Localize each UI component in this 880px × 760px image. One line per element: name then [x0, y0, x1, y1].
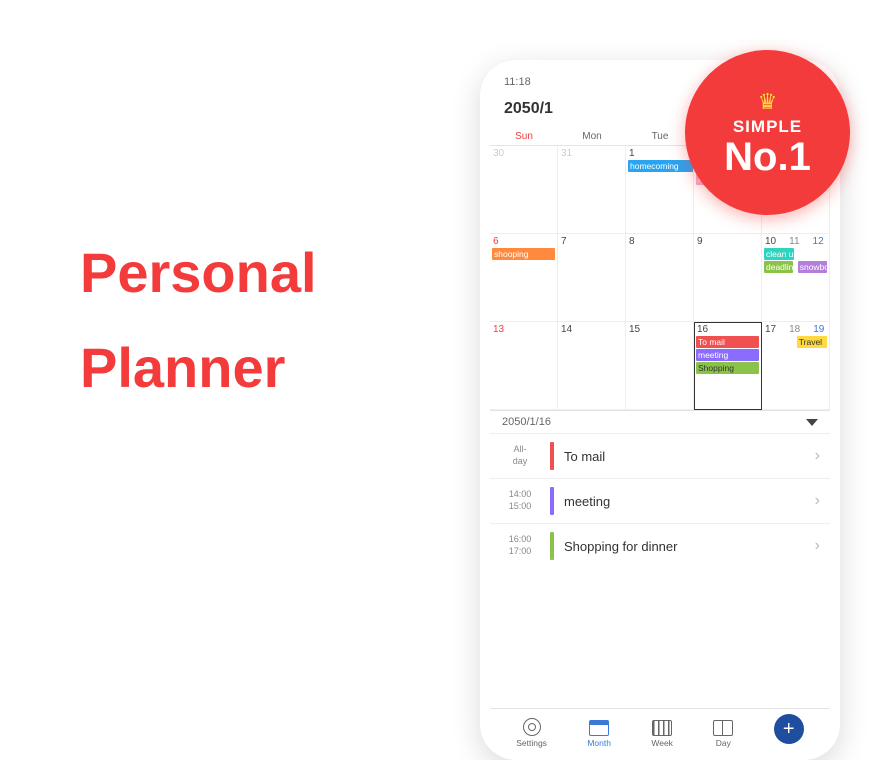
month-icon [589, 720, 609, 736]
event-travel[interactable]: Travel [797, 336, 827, 348]
day-cell[interactable]: 30 [490, 146, 558, 234]
plus-icon: + [783, 718, 795, 741]
agenda-allday-label: All- day [500, 444, 540, 467]
day-cell[interactable]: 7 [558, 234, 626, 322]
headline-line1: Personal [80, 225, 317, 320]
day-cell[interactable]: 1 homecoming [626, 146, 694, 234]
tab-day[interactable]: Day [713, 720, 733, 748]
chevron-right-icon: › [815, 537, 820, 555]
agenda-row[interactable]: 14:0015:00 meeting › [490, 478, 830, 523]
agenda-title: Shopping for dinner [564, 539, 815, 554]
crown-icon: ♛ [758, 89, 778, 115]
agenda-color-bar [550, 532, 554, 560]
tab-week[interactable]: Week [651, 720, 673, 748]
day-cell[interactable]: 31 [558, 146, 626, 234]
chevron-right-icon: › [815, 447, 820, 465]
day-panel: 2050/1/16 All- day To mail › 14:0015:00 … [490, 410, 830, 568]
chevron-right-icon: › [815, 492, 820, 510]
day-cell[interactable]: 15 [626, 322, 694, 410]
event-meeting[interactable]: meeting [696, 349, 759, 361]
agenda-time: 16:0017:00 [500, 534, 540, 557]
agenda-row[interactable]: 16:0017:00 Shopping for dinner › [490, 523, 830, 568]
badge-no1: No.1 [724, 137, 811, 177]
agenda-title: meeting [564, 494, 815, 509]
event-deadline[interactable]: deadline [764, 261, 793, 273]
weekday-mon: Mon [558, 128, 626, 145]
agenda-row[interactable]: All- day To mail › [490, 433, 830, 478]
week-icon [652, 720, 672, 736]
event-shooping[interactable]: shooping [492, 248, 555, 260]
event-homecoming[interactable]: homecoming [628, 160, 694, 172]
tab-month[interactable]: Month [587, 720, 611, 748]
day-panel-date: 2050/1/16 [502, 416, 551, 428]
weekday-sun: Sun [490, 128, 558, 145]
agenda-title: To mail [564, 449, 815, 464]
event-tomail[interactable]: To mail [696, 336, 759, 348]
gear-icon [523, 718, 541, 736]
day-cell[interactable]: 13 [490, 322, 558, 410]
day-cell[interactable]: 9 [694, 234, 762, 322]
day-cell[interactable]: 101112 clean up deadline snowboa [762, 234, 830, 322]
weekday-tue: Tue [626, 128, 694, 145]
add-event-button[interactable]: + [774, 714, 804, 744]
tab-settings[interactable]: Settings [516, 718, 547, 748]
agenda-color-bar [550, 442, 554, 470]
tab-bar: Settings Month Week Day + [490, 708, 830, 750]
day-cell[interactable]: 14 [558, 322, 626, 410]
agenda-color-bar [550, 487, 554, 515]
headline: Personal Planner [80, 225, 317, 415]
event-snowboa[interactable]: snowboa [798, 261, 827, 273]
day-cell-selected[interactable]: 16 To mail meeting Shopping [694, 322, 762, 410]
event-shopping[interactable]: Shopping [696, 362, 759, 374]
day-cell[interactable]: 6 shooping [490, 234, 558, 322]
agenda-time: 14:0015:00 [500, 489, 540, 512]
day-cell[interactable]: 171819 Travel [762, 322, 830, 410]
day-icon [713, 720, 733, 736]
badge-simple: SIMPLE [733, 117, 802, 137]
day-cell[interactable]: 8 [626, 234, 694, 322]
collapse-icon[interactable] [806, 419, 818, 426]
event-cleanup[interactable]: clean up [764, 248, 794, 260]
headline-line2: Planner [80, 320, 317, 415]
simple-no1-badge: ♛ SIMPLE No.1 [685, 50, 850, 215]
